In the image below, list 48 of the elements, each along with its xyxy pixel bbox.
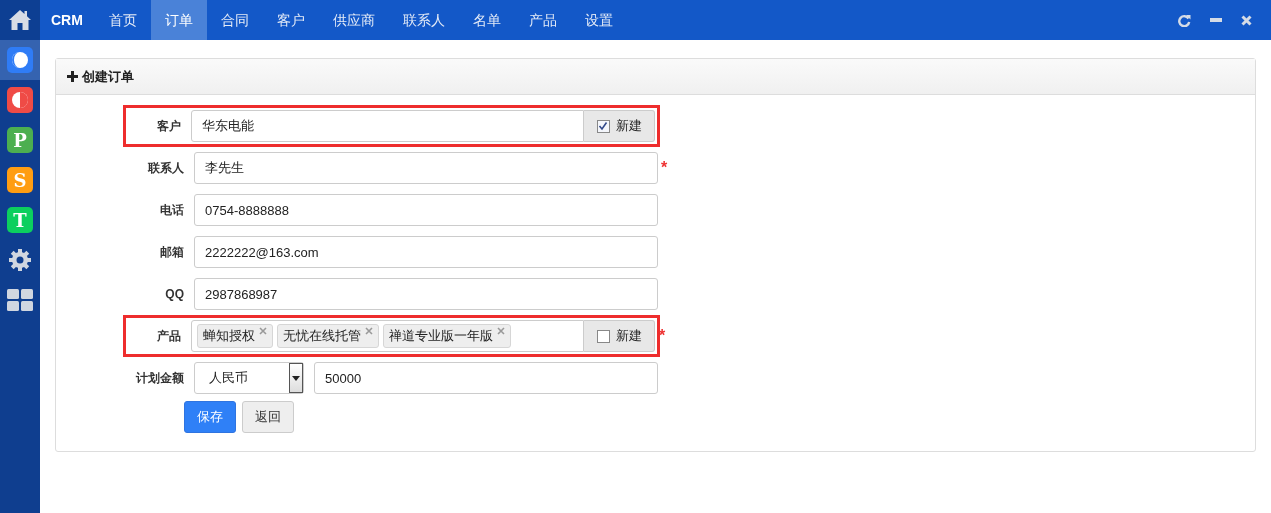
field-label: 客户	[156, 117, 181, 135]
grid-icon	[7, 289, 33, 311]
back-button[interactable]: 返回	[242, 401, 294, 433]
nav-tab[interactable]: 合同	[206, 0, 263, 40]
field-label: 电话	[159, 201, 184, 219]
nav-tab[interactable]: 首页	[94, 0, 151, 40]
text-field[interactable]: 0754-8888888	[194, 194, 658, 226]
nav-tab[interactable]: 客户	[262, 0, 319, 40]
new-checkbox[interactable]: 新建	[584, 320, 655, 352]
nav-tab[interactable]: 名单	[458, 0, 515, 40]
field-label: 邮箱	[159, 243, 184, 261]
panel-title: 创建订单	[82, 67, 134, 86]
tag-text: 禅道专业版一年版	[389, 327, 493, 345]
text-field[interactable]: 华东电能	[191, 110, 584, 142]
letter-app-icon: T	[7, 207, 33, 233]
required-mark: *	[661, 159, 668, 177]
close-icon[interactable]	[1241, 14, 1252, 26]
letter-app-icon: S	[7, 167, 33, 193]
new-checkbox[interactable]: 新建	[584, 110, 655, 142]
brand-name[interactable]: CRM	[40, 12, 95, 28]
text-field[interactable]: 2222222@163.com	[194, 236, 658, 268]
field-label: 联系人	[146, 159, 184, 177]
amount-field[interactable]: 50000	[314, 362, 658, 394]
nav-tab[interactable]: 联系人	[388, 0, 459, 40]
tag-text: 蝉知授权	[203, 327, 255, 345]
field-label: QQ	[164, 287, 184, 301]
letter-app-icon: P	[7, 127, 33, 153]
plus-icon	[67, 71, 78, 82]
field-label: 产品	[156, 327, 181, 345]
checkbox[interactable]	[596, 329, 610, 343]
tag-text: 无忧在线托管	[283, 327, 361, 345]
nav-tab[interactable]: 设置	[570, 0, 627, 40]
dropdown-button[interactable]	[289, 363, 303, 393]
checkbox[interactable]	[596, 119, 610, 133]
sidebar-item[interactable]	[0, 40, 40, 80]
save-button[interactable]: 保存	[184, 401, 236, 433]
text-field[interactable]: 李先生	[194, 152, 658, 184]
nav-tab[interactable]: 产品	[514, 0, 571, 40]
home-button[interactable]	[0, 0, 40, 40]
nav-tab[interactable]: 供应商	[318, 0, 389, 40]
nav-tab[interactable]: 订单	[150, 0, 207, 40]
field-label: 计划金额	[134, 369, 184, 387]
refresh-icon[interactable]	[1178, 13, 1191, 27]
settings-icon	[8, 248, 32, 272]
home-icon	[8, 9, 32, 31]
caret-icon	[292, 375, 300, 381]
text-field[interactable]: 2987868987	[194, 278, 658, 310]
currency-select[interactable]: 人民币	[194, 362, 304, 394]
